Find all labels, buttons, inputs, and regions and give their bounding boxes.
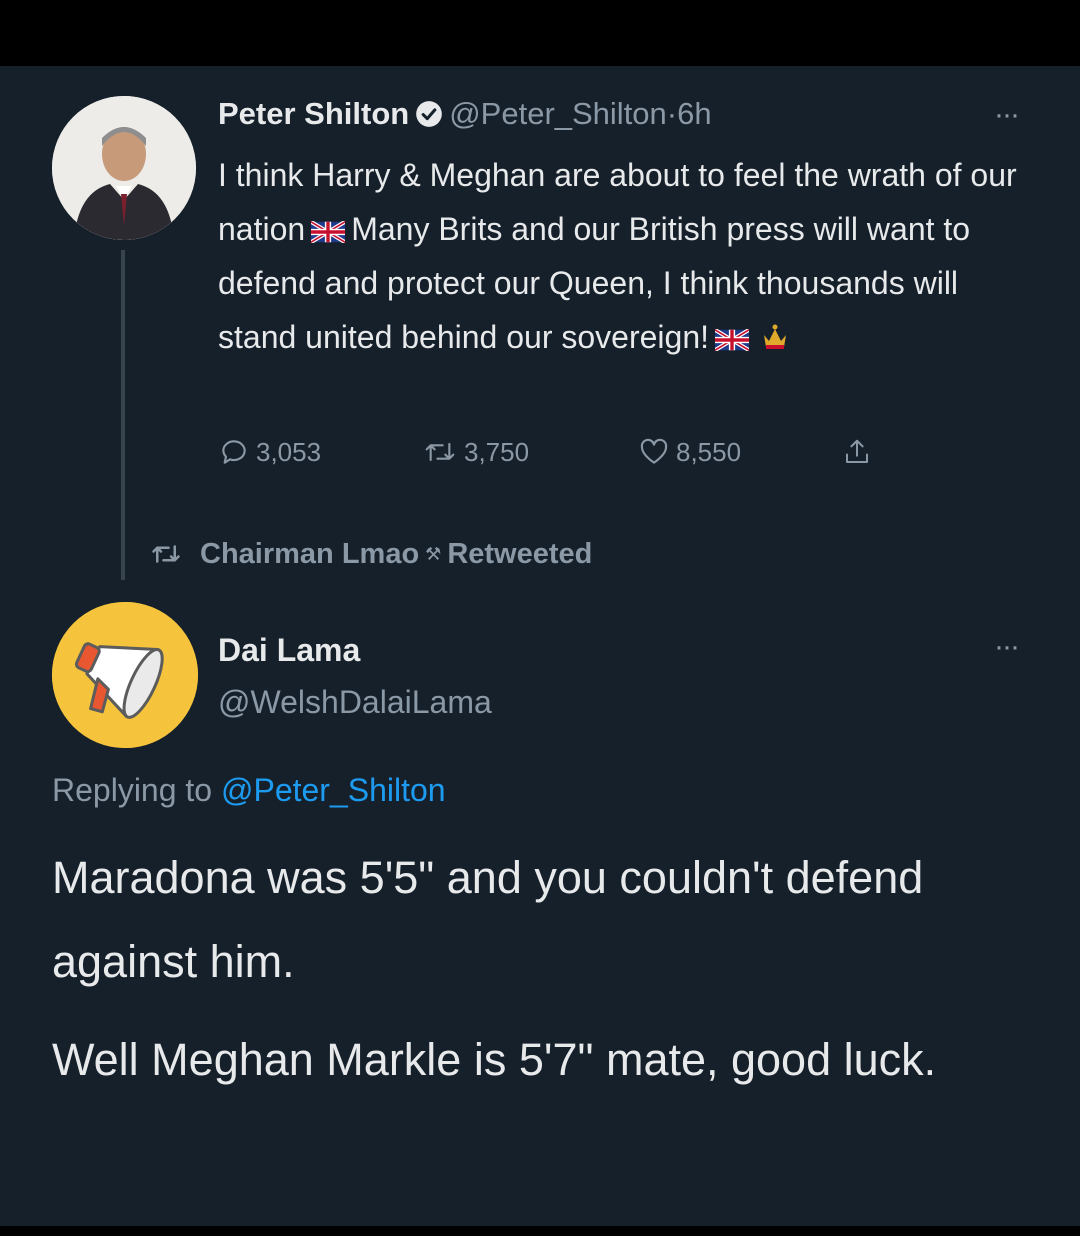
- tweet-text: I think Harry & Meghan are about to feel…: [218, 148, 1028, 364]
- thread-line: [121, 250, 125, 580]
- retweeted-by-bar: Chairman Lmao ⚒ Retweeted: [146, 534, 592, 574]
- heart-icon: [640, 438, 668, 464]
- avatar-peter-shilton-icon: [52, 96, 196, 240]
- tweet-header: Peter Shilton @Peter_Shilton·6h: [218, 94, 978, 134]
- tweet-thread: Peter Shilton @Peter_Shilton·6h ··· I th…: [0, 66, 1080, 1226]
- retweet-icon: [425, 442, 455, 462]
- avatar[interactable]: [52, 602, 198, 748]
- tweet-paragraph: Maradona was 5'5" and you couldn't defen…: [52, 852, 924, 987]
- share-icon: [846, 439, 868, 463]
- crown-icon: [764, 324, 787, 349]
- retweeter-name[interactable]: Chairman Lmao: [200, 538, 419, 571]
- author-handle[interactable]: @Peter_Shilton: [449, 96, 667, 131]
- timestamp[interactable]: 6h: [677, 96, 711, 131]
- retweet-icon: [152, 545, 180, 563]
- union-jack-flag-icon: [715, 329, 750, 351]
- reply-count: 3,053: [256, 436, 322, 467]
- reply-icon: [222, 440, 246, 464]
- like-count: 8,550: [676, 436, 742, 467]
- separator-dot: ·: [666, 96, 678, 131]
- author-name[interactable]: Dai Lama: [218, 630, 360, 670]
- reply-button[interactable]: 3,053: [218, 432, 321, 472]
- tweet-paragraph: Well Meghan Markle is 5'7" mate, good lu…: [52, 1034, 937, 1085]
- retweet-button[interactable]: 3,750: [422, 432, 529, 472]
- like-button[interactable]: 8,550: [638, 432, 741, 472]
- more-options-icon[interactable]: ···: [986, 632, 1026, 662]
- author-handle[interactable]: @WelshDalaiLama: [218, 682, 492, 722]
- replying-to: Replying to @Peter_Shilton: [52, 769, 446, 811]
- replying-to-label: Replying to: [52, 772, 213, 808]
- tweet-actions: 3,053 3,750 8,550: [218, 432, 918, 472]
- share-button[interactable]: [842, 432, 878, 472]
- hammer-pick-emoji-icon: ⚒: [425, 543, 442, 564]
- author-name[interactable]: Peter Shilton: [218, 96, 409, 131]
- retweet-count: 3,750: [464, 436, 530, 467]
- replying-to-mention[interactable]: @Peter_Shilton: [221, 772, 446, 808]
- more-options-icon[interactable]: ···: [986, 100, 1026, 130]
- tweet-text: Maradona was 5'5" and you couldn't defen…: [52, 836, 1032, 1102]
- avatar[interactable]: [52, 96, 196, 240]
- union-jack-flag-icon: [311, 221, 346, 243]
- screen-bottom-edge: [0, 1226, 1080, 1236]
- retweeted-label: Retweeted: [447, 537, 593, 570]
- megaphone-avatar-icon: [52, 602, 198, 748]
- verified-badge-icon: [416, 101, 443, 127]
